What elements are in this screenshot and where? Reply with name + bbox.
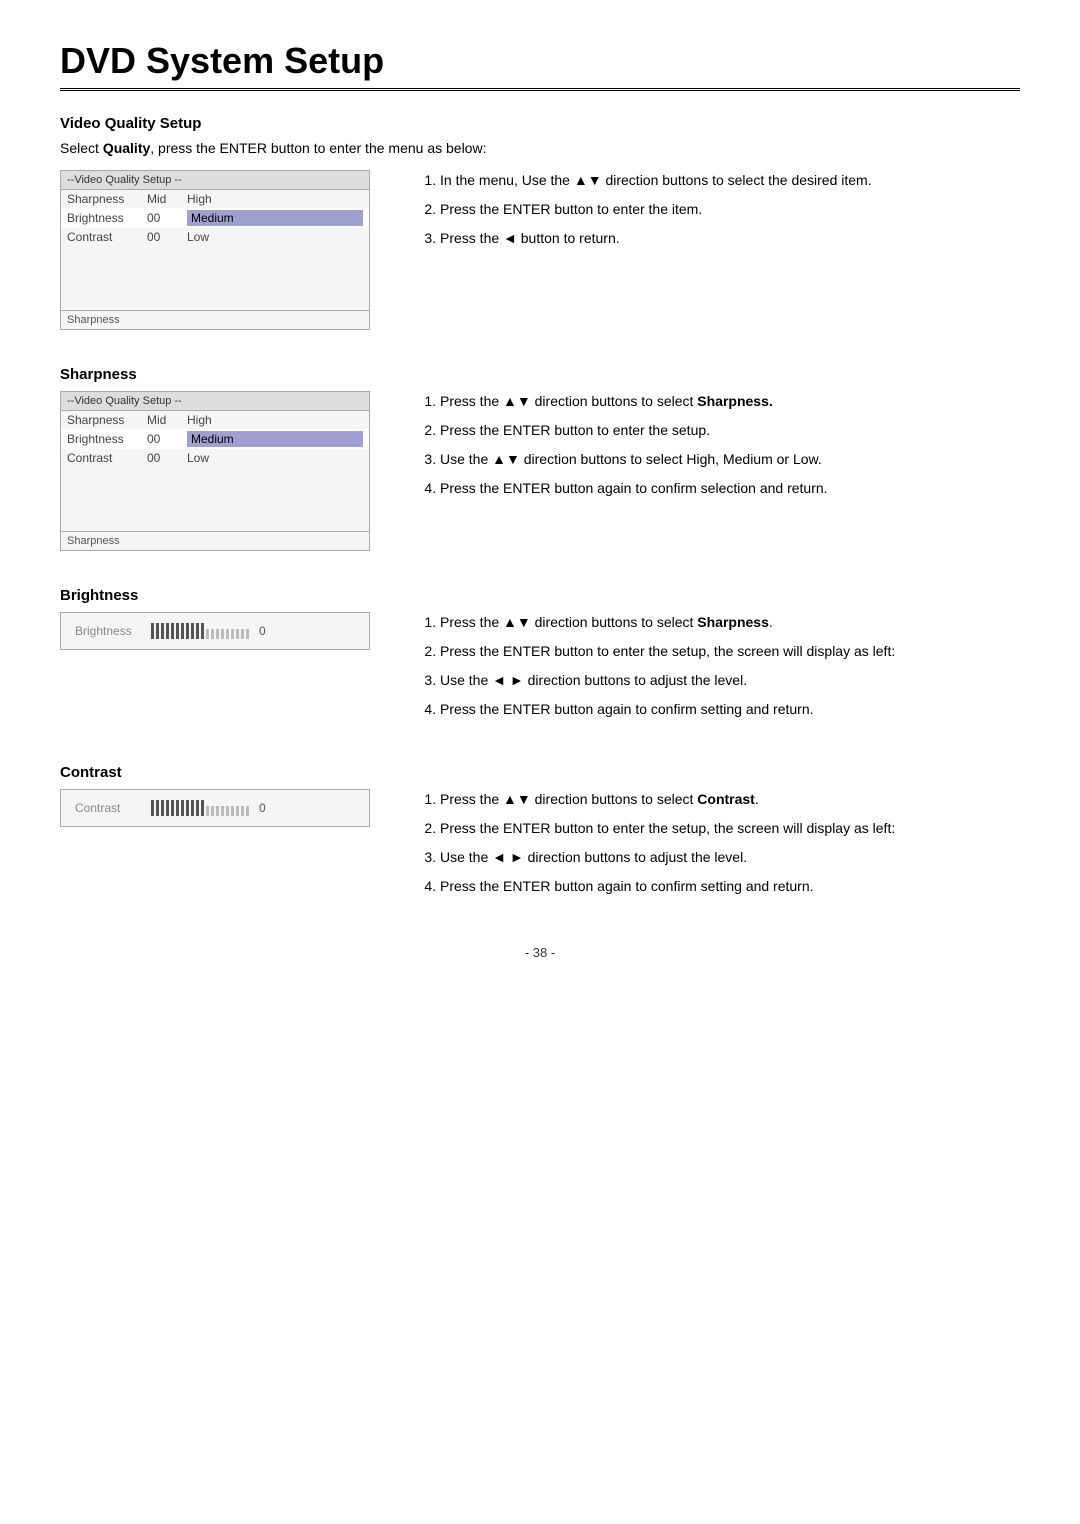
sharpness-left: --Video Quality Setup -- Sharpness Mid H…	[60, 391, 380, 551]
sharpness-steps: Press the ▲▼ direction buttons to select…	[420, 391, 1020, 499]
contrast-bar	[151, 800, 249, 816]
list-item: Press the ENTER button to enter the setu…	[440, 641, 1020, 662]
table-row: Contrast 00 Low	[61, 228, 369, 246]
contrast-heading: Contrast	[60, 764, 1020, 781]
contrast-bar-box: Contrast	[60, 789, 370, 827]
contrast-two-col: Contrast	[60, 789, 1020, 905]
contrast-section: Contrast Contrast	[60, 764, 1020, 905]
contrast-right: Press the ▲▼ direction buttons to select…	[420, 789, 1020, 905]
contrast-left: Contrast	[60, 789, 380, 905]
brightness-section: Brightness Brightness	[60, 587, 1020, 728]
list-item: Press the ENTER button to enter the item…	[440, 199, 1020, 220]
video-quality-section: Video Quality Setup Select Quality, pres…	[60, 115, 1020, 330]
vq-table-footer: Sharpness	[61, 310, 369, 329]
table-row: Sharpness Mid High	[61, 411, 369, 429]
sharpness-two-col: --Video Quality Setup -- Sharpness Mid H…	[60, 391, 1020, 551]
sharpness-heading: Sharpness	[60, 366, 1020, 383]
list-item: Use the ◄ ► direction buttons to adjust …	[440, 847, 1020, 868]
vq-intro: Select Quality, press the ENTER button t…	[60, 140, 1020, 156]
brightness-bar-label: Brightness	[75, 624, 145, 638]
table-row: Sharpness Mid High	[61, 190, 369, 208]
brightness-right: Press the ▲▼ direction buttons to select…	[420, 612, 1020, 728]
vq-left: --Video Quality Setup -- Sharpness Mid H…	[60, 170, 380, 330]
sharpness-table: --Video Quality Setup -- Sharpness Mid H…	[60, 391, 370, 551]
vq-steps: In the menu, Use the ▲▼ direction button…	[420, 170, 1020, 249]
brightness-steps: Press the ▲▼ direction buttons to select…	[420, 612, 1020, 720]
brightness-left: Brightness	[60, 612, 380, 728]
vq-right: In the menu, Use the ▲▼ direction button…	[420, 170, 1020, 330]
page-number: - 38 -	[60, 945, 1020, 960]
list-item: Press the ◄ button to return.	[440, 228, 1020, 249]
list-item: Press the ENTER button again to confirm …	[440, 478, 1020, 499]
list-item: Press the ▲▼ direction buttons to select…	[440, 612, 1020, 633]
sharpness-table-footer: Sharpness	[61, 531, 369, 550]
contrast-steps: Press the ▲▼ direction buttons to select…	[420, 789, 1020, 897]
vq-heading: Video Quality Setup	[60, 115, 1020, 132]
table-row: Brightness 00 Medium	[61, 208, 369, 228]
vq-table-header: --Video Quality Setup --	[61, 171, 369, 190]
page-title: DVD System Setup	[60, 40, 1020, 91]
list-item: Press the ENTER button again to confirm …	[440, 699, 1020, 720]
list-item: Use the ▲▼ direction buttons to select H…	[440, 449, 1020, 470]
list-item: Use the ◄ ► direction buttons to adjust …	[440, 670, 1020, 691]
brightness-bar	[151, 623, 249, 639]
sharpness-section: Sharpness --Video Quality Setup -- Sharp…	[60, 366, 1020, 551]
brightness-bar-box: Brightness	[60, 612, 370, 650]
list-item: Press the ENTER button to enter the setu…	[440, 420, 1020, 441]
list-item: Press the ▲▼ direction buttons to select…	[440, 789, 1020, 810]
sharpness-right: Press the ▲▼ direction buttons to select…	[420, 391, 1020, 551]
brightness-bar-value: 0	[259, 624, 266, 638]
vq-table: --Video Quality Setup -- Sharpness Mid H…	[60, 170, 370, 330]
vq-intro-bold: Quality	[103, 140, 150, 156]
contrast-bar-label: Contrast	[75, 801, 145, 815]
table-row: Brightness 00 Medium	[61, 429, 369, 449]
brightness-two-col: Brightness	[60, 612, 1020, 728]
table-row: Contrast 00 Low	[61, 449, 369, 467]
brightness-heading: Brightness	[60, 587, 1020, 604]
list-item: Press the ENTER button again to confirm …	[440, 876, 1020, 897]
vq-two-col: --Video Quality Setup -- Sharpness Mid H…	[60, 170, 1020, 330]
list-item: In the menu, Use the ▲▼ direction button…	[440, 170, 1020, 191]
sharpness-table-header: --Video Quality Setup --	[61, 392, 369, 411]
list-item: Press the ENTER button to enter the setu…	[440, 818, 1020, 839]
list-item: Press the ▲▼ direction buttons to select…	[440, 391, 1020, 412]
contrast-bar-value: 0	[259, 801, 266, 815]
